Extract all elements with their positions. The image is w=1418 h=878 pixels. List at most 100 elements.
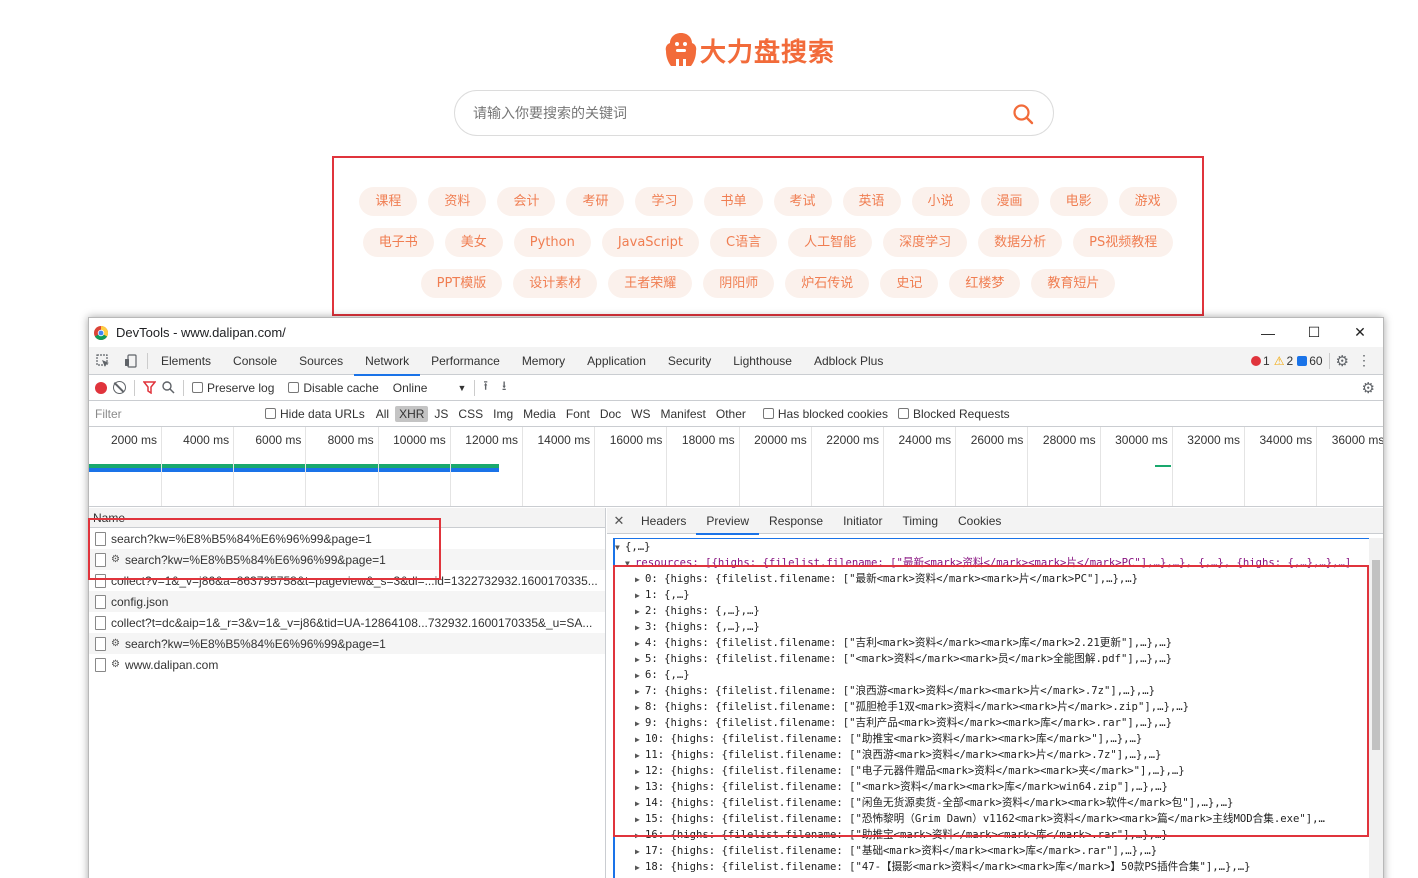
detail-tab-cookies[interactable]: Cookies xyxy=(948,508,1011,534)
tag-chip[interactable]: 游戏 xyxy=(1118,187,1177,216)
detail-tab-initiator[interactable]: Initiator xyxy=(833,508,892,534)
panel-tab-memory[interactable]: Memory xyxy=(511,347,576,375)
tag-chip[interactable]: 深度学习 xyxy=(883,228,968,257)
tag-chip[interactable]: 数据分析 xyxy=(978,228,1063,257)
type-filter-js[interactable]: JS xyxy=(430,406,452,422)
type-filter-img[interactable]: Img xyxy=(489,406,517,422)
import-har-icon[interactable]: ⭱ xyxy=(483,377,488,399)
disable-cache-checkbox[interactable]: Disable cache xyxy=(288,381,379,395)
tag-chip[interactable]: 教育短片 xyxy=(1031,269,1116,298)
json-item[interactable]: ▶ 16: {highs: {filelist.filename: ["助推宝<m… xyxy=(615,827,1369,843)
type-filter-xhr[interactable]: XHR xyxy=(395,405,429,422)
blocked-requests-checkbox[interactable]: Blocked Requests xyxy=(897,407,1010,421)
tag-chip[interactable]: 电子书 xyxy=(362,228,434,257)
tag-chip[interactable]: 考研 xyxy=(566,187,625,216)
json-item[interactable]: ▶ 15: {highs: {filelist.filename: ["恐怖黎明（… xyxy=(615,811,1369,827)
tag-chip[interactable]: 炉石传说 xyxy=(785,269,870,298)
detail-tab-preview[interactable]: Preview xyxy=(696,508,759,535)
json-item[interactable]: ▶ 0: {highs: {filelist.filename: ["最新<mar… xyxy=(615,571,1369,587)
json-item[interactable]: ▶ 13: {highs: {filelist.filename: ["<mark… xyxy=(615,779,1369,795)
tag-chip[interactable]: 美女 xyxy=(444,228,503,257)
tag-chip[interactable]: PS视频教程 xyxy=(1073,228,1174,257)
json-item[interactable]: ▶ 2: {highs: {,…},…} xyxy=(615,603,1369,619)
has-blocked-cookies-checkbox[interactable]: Has blocked cookies xyxy=(762,407,888,421)
json-item[interactable]: ▶ 8: {highs: {filelist.filename: ["孤胆枪手1双… xyxy=(615,699,1369,715)
panel-tab-elements[interactable]: Elements xyxy=(150,347,222,375)
json-item[interactable]: ▶ 12: {highs: {filelist.filename: ["电子元器件… xyxy=(615,763,1369,779)
json-item[interactable]: ▶ 11: {highs: {filelist.filename: ["浪西游<m… xyxy=(615,747,1369,763)
type-filter-all[interactable]: All xyxy=(372,406,393,422)
warning-counter[interactable]: ⚠ 2 xyxy=(1274,354,1293,368)
request-row[interactable]: ⚙ search?kw=%E8%B5%84%E6%96%99&page=1 xyxy=(89,549,605,570)
tag-chip[interactable]: 史记 xyxy=(880,269,939,298)
json-item[interactable]: ▶ 3: {highs: {,…},…} xyxy=(615,619,1369,635)
tag-chip[interactable]: 漫画 xyxy=(980,187,1039,216)
tag-chip[interactable]: JavaScript xyxy=(601,228,700,257)
error-counter[interactable]: 1 xyxy=(1251,354,1270,368)
message-counter[interactable]: 60 xyxy=(1297,354,1323,368)
search-input[interactable] xyxy=(473,101,993,127)
type-filter-font[interactable]: Font xyxy=(562,406,594,422)
tag-chip[interactable]: 考试 xyxy=(773,187,832,216)
request-row[interactable]: ⚙ www.dalipan.com xyxy=(89,654,605,675)
inspect-element-icon[interactable] xyxy=(89,347,117,375)
filter-icon[interactable] xyxy=(143,381,156,394)
json-item[interactable]: ▶ 5: {highs: {filelist.filename: ["<mark>… xyxy=(615,651,1369,667)
network-settings-icon[interactable]: ⚙ xyxy=(1362,379,1375,397)
tag-chip[interactable]: 书单 xyxy=(704,187,763,216)
clear-icon[interactable] xyxy=(113,381,126,394)
export-har-icon[interactable]: ⭳ xyxy=(502,377,507,399)
json-item[interactable]: ▶ 7: {highs: {filelist.filename: ["浪西游<ma… xyxy=(615,683,1369,699)
settings-gear-icon[interactable]: ⚙ xyxy=(1336,352,1349,370)
network-overview[interactable]: 2000 ms 4000 ms 6000 ms 8000 ms 10000 ms 1200… xyxy=(89,427,1383,507)
panel-tab-console[interactable]: Console xyxy=(222,347,288,375)
site-logo[interactable]: 大力盘搜索 xyxy=(664,30,835,70)
tag-chip[interactable]: 王者荣耀 xyxy=(608,269,693,298)
panel-tab-security[interactable]: Security xyxy=(657,347,722,375)
json-item[interactable]: ▶ 1: {,…} xyxy=(615,587,1369,603)
device-toolbar-icon[interactable] xyxy=(117,347,145,375)
close-detail-icon[interactable]: ✕ xyxy=(607,513,631,529)
preview-scrollbar[interactable] xyxy=(1369,538,1383,878)
panel-tab-application[interactable]: Application xyxy=(576,347,657,375)
close-button[interactable]: ✕ xyxy=(1337,318,1383,347)
tag-chip[interactable]: 人工智能 xyxy=(788,228,873,257)
tag-chip[interactable]: PPT模版 xyxy=(420,269,503,298)
request-row[interactable]: config.json xyxy=(89,591,605,612)
maximize-button[interactable]: ☐ xyxy=(1291,318,1337,347)
detail-tab-timing[interactable]: Timing xyxy=(892,508,948,534)
json-item[interactable]: ▶ 10: {highs: {filelist.filename: ["助推宝<m… xyxy=(615,731,1369,747)
tag-chip[interactable]: 学习 xyxy=(635,187,694,216)
panel-tab-sources[interactable]: Sources xyxy=(288,347,354,375)
tag-chip[interactable]: 红楼梦 xyxy=(949,269,1021,298)
request-row[interactable]: collect?v=1&_v=j86&a=863795758&t=pagevie… xyxy=(89,570,605,591)
tag-chip[interactable]: 电影 xyxy=(1049,187,1108,216)
json-item[interactable]: ▶ 17: {highs: {filelist.filename: ["基础<ma… xyxy=(615,843,1369,859)
json-item[interactable]: ▶ 6: {,…} xyxy=(615,667,1369,683)
type-filter-manifest[interactable]: Manifest xyxy=(657,406,710,422)
json-item[interactable]: ▶ 18: {highs: {filelist.filename: ["47-【摄… xyxy=(615,859,1369,875)
panel-tab-network[interactable]: Network xyxy=(354,347,421,376)
json-item[interactable]: ▶ 4: {highs: {filelist.filename: ["吉利<mar… xyxy=(615,635,1369,651)
search-icon[interactable] xyxy=(1011,102,1035,126)
tag-chip[interactable]: C语言 xyxy=(710,228,778,257)
panel-tab-adblock-plus[interactable]: Adblock Plus xyxy=(803,347,894,375)
tag-chip[interactable]: Python xyxy=(513,228,591,257)
panel-tab-lighthouse[interactable]: Lighthouse xyxy=(722,347,803,375)
detail-tab-headers[interactable]: Headers xyxy=(631,508,696,534)
tag-chip[interactable]: 小说 xyxy=(911,187,970,216)
request-row[interactable]: ⚙ search?kw=%E8%B5%84%E6%96%99&page=1 xyxy=(89,633,605,654)
request-row[interactable]: search?kw=%E8%B5%84%E6%96%99&page=1 xyxy=(89,528,605,549)
panel-tab-performance[interactable]: Performance xyxy=(420,347,511,375)
json-item[interactable]: ▶ 9: {highs: {filelist.filename: ["吉利产品<m… xyxy=(615,715,1369,731)
minimize-button[interactable]: — xyxy=(1245,318,1291,347)
hide-data-urls-checkbox[interactable]: Hide data URLs xyxy=(265,407,365,421)
detail-tab-response[interactable]: Response xyxy=(759,508,833,534)
tag-chip[interactable]: 阴阳师 xyxy=(703,269,775,298)
json-root[interactable]: ▼ {,…} xyxy=(615,539,1369,555)
tag-chip[interactable]: 设计素材 xyxy=(513,269,598,298)
preserve-log-checkbox[interactable]: Preserve log xyxy=(192,381,274,395)
throttling-select[interactable]: Online ▼ xyxy=(393,381,467,395)
type-filter-other[interactable]: Other xyxy=(712,406,750,422)
tag-chip[interactable]: 资料 xyxy=(428,187,487,216)
